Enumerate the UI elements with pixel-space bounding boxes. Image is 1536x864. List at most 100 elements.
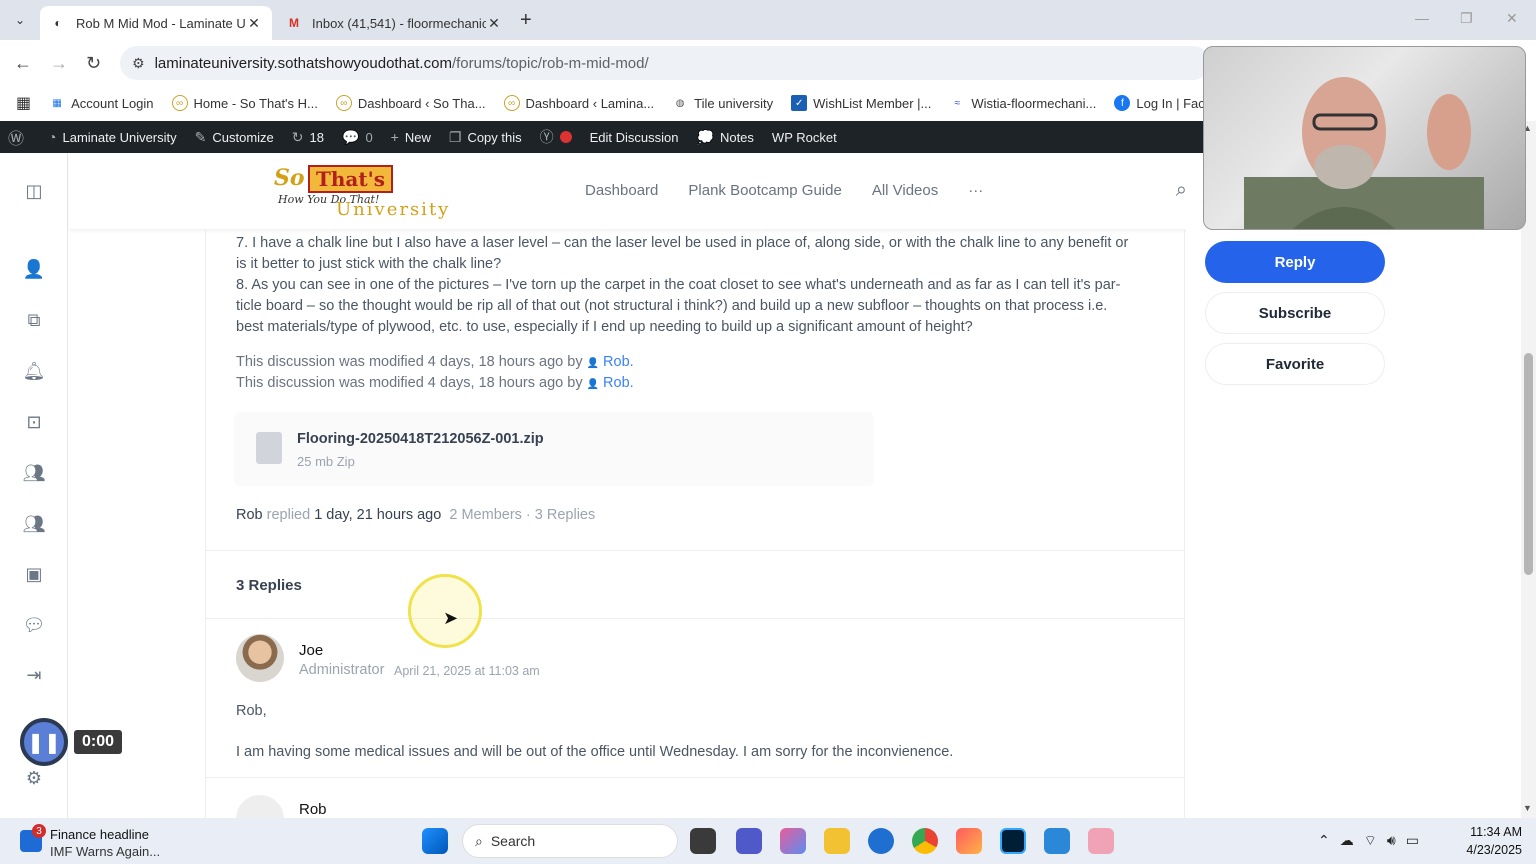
- avatar[interactable]: [236, 634, 284, 682]
- photoshop-icon[interactable]: [1000, 828, 1026, 854]
- browser-tab-bar: ⌄ ◐ Rob M Mid Mod - Laminate University …: [0, 0, 1536, 40]
- divider: [206, 550, 1184, 551]
- new-tab-plus-icon[interactable]: +: [520, 9, 532, 32]
- replies-heading: 3 Replies: [236, 577, 302, 594]
- notifications-bell-icon[interactable]: 🔔︎: [22, 359, 46, 383]
- help-app-icon[interactable]: [1088, 828, 1114, 854]
- tab-search-menu-icon[interactable]: ⌄: [8, 8, 32, 32]
- news-widget[interactable]: 3 Finance headline IMF Warns Again...: [20, 822, 240, 862]
- bookmark-tile-university[interactable]: ◍ Tile university: [672, 95, 773, 111]
- screen-recorder: ❚❚ 0:00: [20, 718, 123, 766]
- attachment-card[interactable]: Flooring-20250418T212056Z-001.zip 25 mb …: [234, 412, 874, 486]
- bookmark-dashboard-laminate[interactable]: ∞ Dashboard ‹ Lamina...: [503, 95, 654, 111]
- teams-icon[interactable]: [736, 828, 762, 854]
- divider: [206, 618, 1184, 619]
- wp-customize[interactable]: ✎ Customize: [195, 129, 274, 146]
- reply-greeting: Rob,: [236, 703, 267, 719]
- modified-user-link[interactable]: Rob.: [603, 354, 634, 370]
- inbox-icon[interactable]: ⊡: [22, 410, 46, 434]
- attachment-name[interactable]: Flooring-20250418T212056Z-001.zip: [297, 431, 544, 447]
- site-info-icon[interactable]: ⚙: [132, 55, 145, 72]
- copilot-icon[interactable]: [780, 828, 806, 854]
- wp-copy-this[interactable]: ❐ Copy this: [449, 129, 522, 146]
- nav-more-icon[interactable]: ···: [968, 182, 983, 199]
- mouse-pointer-icon: ➤: [443, 608, 459, 628]
- close-tab-icon[interactable]: ✕: [486, 15, 502, 32]
- chrome-icon[interactable]: [912, 828, 938, 854]
- groups-icon[interactable]: 👥︎: [22, 512, 46, 536]
- close-window-icon[interactable]: ✕: [1506, 10, 1518, 27]
- activity-icon[interactable]: ⧉: [22, 308, 46, 332]
- task-view-icon[interactable]: [690, 828, 716, 854]
- forums-icon[interactable]: 💬︎: [22, 613, 46, 637]
- zip-file-icon: [256, 432, 282, 464]
- logout-icon[interactable]: ⇥: [22, 663, 46, 687]
- favorite-button[interactable]: Favorite: [1205, 343, 1385, 385]
- restore-icon[interactable]: ❐: [1460, 10, 1473, 27]
- file-explorer-icon[interactable]: [824, 828, 850, 854]
- copy-icon: ❐: [448, 128, 462, 145]
- tab-laminate-university[interactable]: ◐ Rob M Mid Mod - Laminate University ✕: [40, 6, 272, 40]
- last-reply-info: Rob replied 1 day, 21 hours ago 2 Member…: [236, 507, 596, 523]
- reply-author[interactable]: Rob: [299, 801, 327, 818]
- clock[interactable]: 11:34 AM 4/23/2025: [1466, 823, 1522, 859]
- modified-user-link[interactable]: Rob.: [603, 375, 634, 391]
- scroll-down-icon[interactable]: ▼: [1523, 803, 1532, 813]
- yoast-icon[interactable]: Ⓨ: [540, 127, 572, 147]
- apps-grid-icon[interactable]: ▦: [16, 93, 31, 113]
- windows-start-icon[interactable]: [422, 828, 448, 854]
- reply-button[interactable]: Reply: [1205, 241, 1385, 283]
- wp-notes[interactable]: 💭 Notes: [697, 129, 754, 146]
- taskbar-search[interactable]: ⌕ Search: [462, 824, 678, 858]
- nav-plank-bootcamp-guide[interactable]: Plank Bootcamp Guide: [688, 182, 841, 199]
- reply-author[interactable]: Joe: [299, 642, 323, 659]
- sidebar-toggle-icon[interactable]: ◫: [22, 179, 46, 203]
- nav-dashboard[interactable]: Dashboard: [585, 182, 658, 199]
- settings-gear-icon[interactable]: ⚙: [22, 766, 46, 790]
- replied-time[interactable]: 1 day, 21 hours ago: [314, 507, 441, 523]
- site-favicon-icon: ◐: [54, 16, 62, 30]
- reply-body: I am having some medical issues and will…: [236, 744, 954, 760]
- bookmark-wishlist[interactable]: ✓ WishList Member |...: [791, 95, 931, 111]
- avatar[interactable]: [236, 795, 284, 818]
- modified-note: This discussion was modified 4 days, 18 …: [236, 354, 634, 370]
- wp-updates[interactable]: ↻ 18: [292, 129, 324, 146]
- checkmark-icon: ✓: [791, 95, 808, 111]
- app-icon[interactable]: [868, 828, 894, 854]
- photos-icon[interactable]: ▣: [22, 562, 46, 586]
- site-logo[interactable]: So That's How You Do That! University: [274, 163, 464, 221]
- tab-gmail-inbox[interactable]: M Inbox (41,541) - floormechanics ✕: [276, 6, 512, 40]
- scrollbar-thumb[interactable]: [1524, 353, 1533, 575]
- pause-icon[interactable]: ❚❚: [20, 718, 68, 766]
- bookmark-account-login[interactable]: ▦ Account Login: [49, 95, 153, 111]
- back-arrow-icon[interactable]: ←: [14, 53, 32, 74]
- wp-edit-discussion[interactable]: Edit Discussion: [590, 130, 679, 145]
- topic-item-8: 8. As you can see in one of the pictures…: [236, 277, 1121, 335]
- nav-all-videos[interactable]: All Videos: [872, 182, 938, 199]
- wordpress-logo-icon[interactable]: Ⓦ: [8, 125, 30, 149]
- profile-icon[interactable]: 👤: [22, 257, 46, 281]
- site-logo-icon: ∞: [503, 95, 520, 111]
- bookmark-wistia[interactable]: ≈ Wistia-floormechani...: [949, 95, 1097, 111]
- brush-icon: ✎: [194, 128, 207, 145]
- system-tray-icons[interactable]: ⌃☁⌔🔊︎▭: [1318, 832, 1429, 850]
- wp-new[interactable]: + New: [391, 129, 431, 145]
- creative-cloud-icon[interactable]: [956, 828, 982, 854]
- subscribe-button[interactable]: Subscribe: [1205, 292, 1385, 334]
- search-icon[interactable]: ⌕: [1176, 179, 1187, 202]
- wp-comments[interactable]: 💬 0: [342, 129, 373, 146]
- replied-user[interactable]: Rob: [236, 507, 263, 523]
- wp-rocket[interactable]: WP Rocket: [772, 130, 837, 145]
- reply-role: Administrator: [299, 662, 385, 678]
- reply-date: April 21, 2025 at 11:03 am: [394, 664, 540, 678]
- paint-icon[interactable]: [1044, 828, 1070, 854]
- bookmark-home[interactable]: ∞ Home - So That's H...: [171, 95, 318, 111]
- wp-site-name[interactable]: ◔ Laminate University: [48, 129, 177, 145]
- url-bar[interactable]: ⚙ laminateuniversity.sothatshowyoudothat…: [120, 46, 1210, 80]
- reload-icon[interactable]: ↻: [86, 53, 101, 74]
- forward-arrow-icon[interactable]: →: [50, 53, 68, 74]
- members-icon[interactable]: 👥︎: [22, 461, 46, 485]
- minimize-icon[interactable]: —: [1415, 10, 1429, 26]
- bookmark-dashboard-so[interactable]: ∞ Dashboard ‹ So Tha...: [335, 95, 486, 111]
- close-tab-icon[interactable]: ✕: [246, 15, 262, 32]
